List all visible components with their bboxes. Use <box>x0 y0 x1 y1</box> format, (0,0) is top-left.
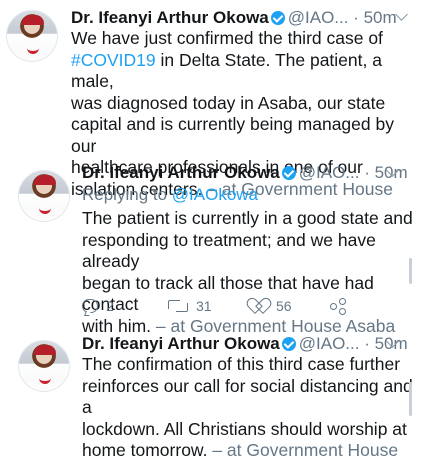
retweet-button[interactable]: 31 <box>168 298 212 314</box>
replying-to: Replying to @IAOkowa <box>82 185 259 204</box>
avatar[interactable] <box>18 170 70 222</box>
thread-scroll-indicator[interactable] <box>409 382 412 416</box>
tweet-header: Dr. Ifeanyi Arthur Okowa @IAO... · 50m <box>82 334 408 354</box>
tweet-header: Dr. Ifeanyi Arthur Okowa @IAO... · 50m <box>71 8 397 28</box>
author-name[interactable]: Dr. Ifeanyi Arthur Okowa <box>82 163 280 182</box>
timestamp[interactable]: · 50m <box>364 163 407 182</box>
author-name[interactable]: Dr. Ifeanyi Arthur Okowa <box>71 8 269 27</box>
tweet-text: The confirmation of this third case furt… <box>82 354 413 460</box>
timestamp[interactable]: · 50m <box>353 8 396 27</box>
reply-icon <box>82 299 98 313</box>
avatar[interactable] <box>18 340 70 392</box>
reply-count: 2 <box>106 298 114 314</box>
author-handle[interactable]: @IAO... <box>288 8 349 27</box>
timestamp[interactable]: · 50m <box>364 334 407 353</box>
like-icon <box>252 299 268 314</box>
tweet-text: The patient is currently in a good state… <box>82 208 413 336</box>
location-link[interactable]: – at Government House Asaba <box>151 316 395 336</box>
author-handle[interactable]: @IAO... <box>299 334 360 353</box>
retweet-count: 31 <box>196 298 212 314</box>
replying-handle-link[interactable]: @IAOkowa <box>172 185 258 204</box>
chevron-down-icon[interactable] <box>395 8 408 21</box>
like-count: 56 <box>276 298 292 314</box>
retweet-icon <box>168 299 188 313</box>
verified-badge-icon <box>281 337 296 351</box>
share-icon <box>330 298 346 315</box>
verified-badge-icon <box>270 11 285 25</box>
location-link[interactable]: – at Government House <box>207 440 398 460</box>
author-handle[interactable]: @IAO... <box>299 163 360 182</box>
avatar[interactable] <box>6 10 58 62</box>
reply-button[interactable]: 2 <box>82 298 114 314</box>
hashtag-link[interactable]: #COVID19 <box>71 50 156 70</box>
verified-badge-icon <box>281 166 296 180</box>
like-button[interactable]: 56 <box>252 298 292 314</box>
share-button[interactable] <box>330 298 346 315</box>
author-name[interactable]: Dr. Ifeanyi Arthur Okowa <box>82 334 280 353</box>
tweet-header: Dr. Ifeanyi Arthur Okowa @IAO... · 50m <box>82 163 408 183</box>
thread-scroll-indicator[interactable] <box>409 258 412 284</box>
